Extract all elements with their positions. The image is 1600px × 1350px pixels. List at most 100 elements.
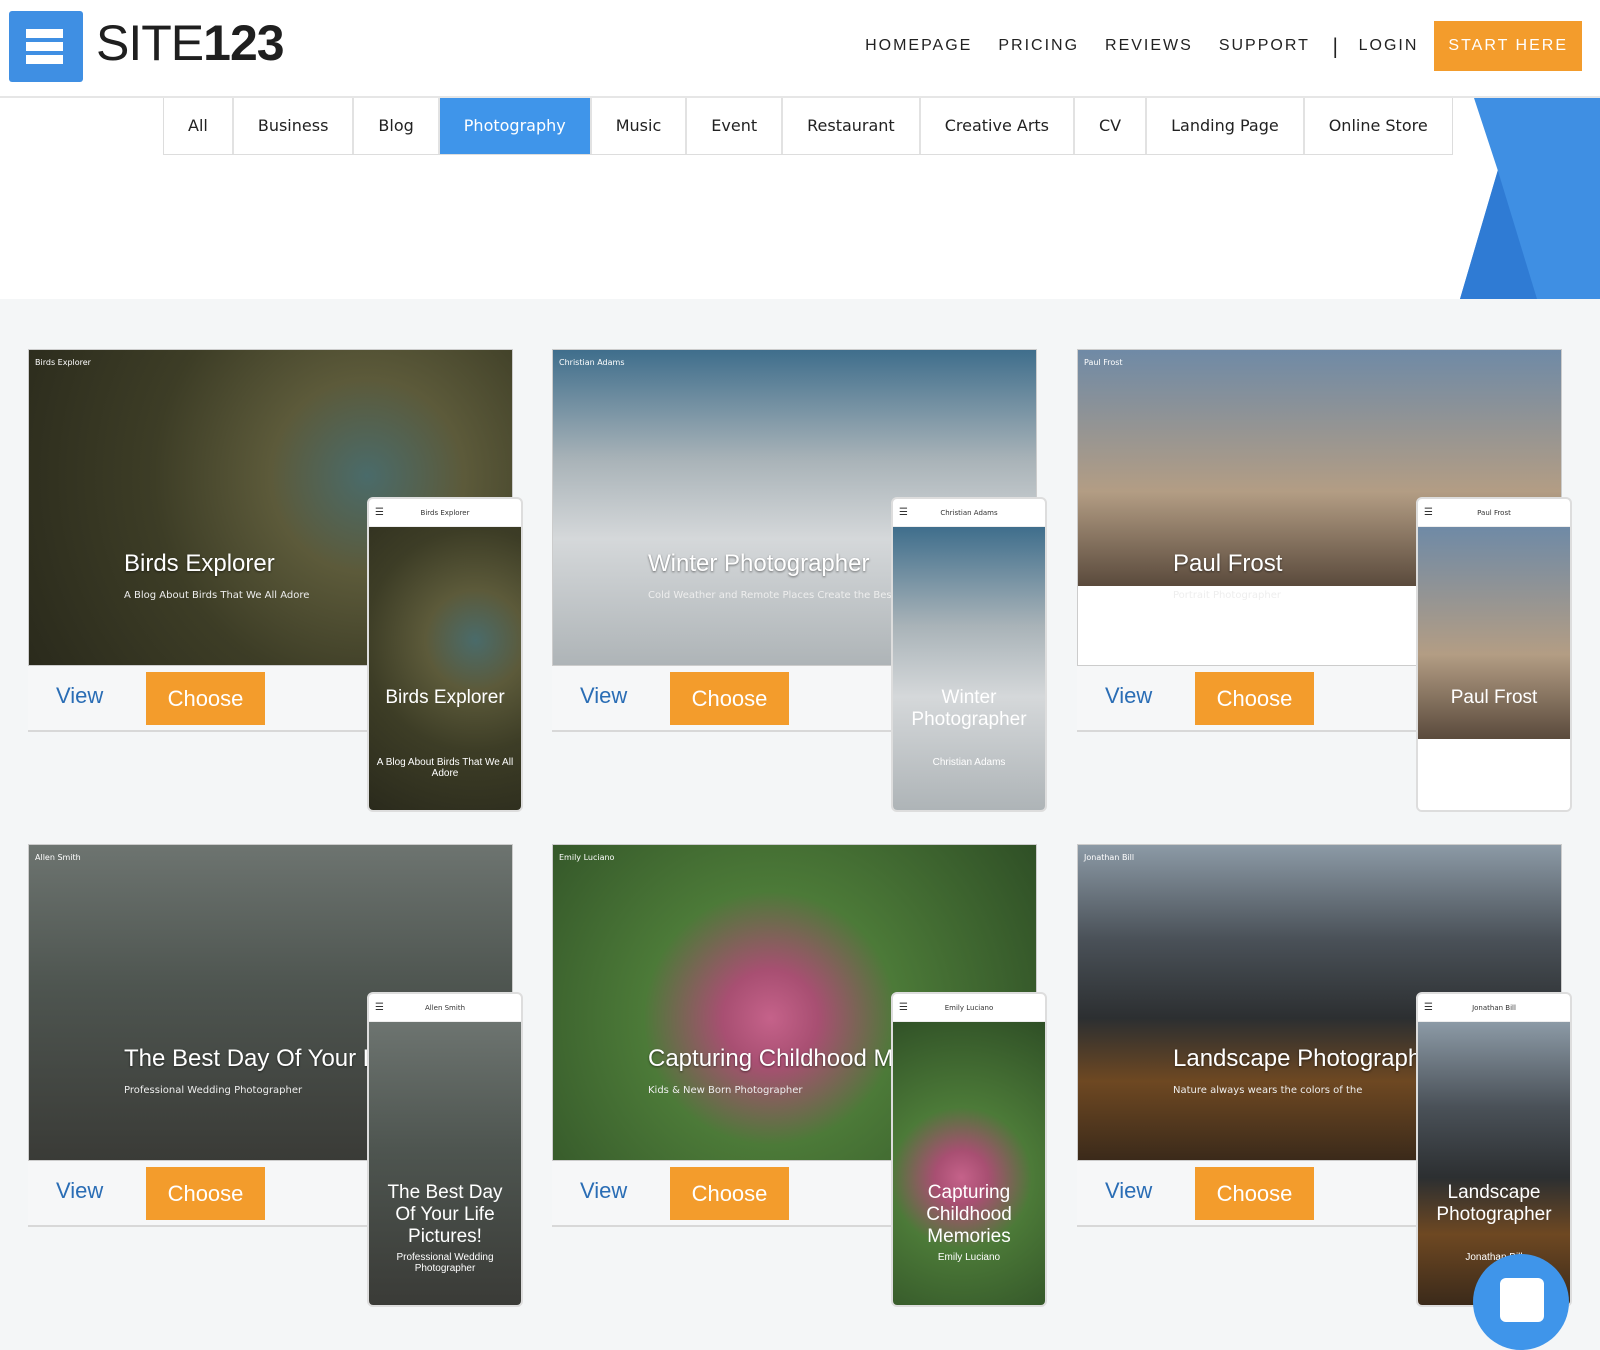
tab-all[interactable]: All (164, 98, 234, 154)
view-button[interactable]: View (1105, 683, 1152, 709)
tab-music[interactable]: Music (592, 98, 688, 154)
template-card: Paul Frost Paul Frost Portrait Photograp… (1077, 349, 1572, 812)
menu-icon: ☰ (899, 1002, 908, 1013)
preview-subtitle: Nature always wears the colors of the (1173, 1085, 1363, 1096)
template-card: Birds Explorer Birds Explorer A Blog Abo… (28, 349, 523, 812)
phone-subtitle: Christian Adams (932, 757, 1006, 768)
logo[interactable]: SITE123 (96, 14, 285, 72)
phone-header: ☰ Emily Luciano (893, 994, 1045, 1022)
preview-title: Paul Frost (1173, 550, 1283, 577)
template-card: Emily Luciano Capturing Childhood Memori… (552, 844, 1047, 1307)
start-here-button[interactable]: START HERE (1434, 21, 1582, 71)
template-preview-mobile[interactable]: ☰ Allen Smith The Best Day Of Your Life P… (367, 992, 523, 1307)
tab-photography[interactable]: Photography (439, 98, 592, 154)
menu-icon: ☰ (899, 507, 908, 518)
phone-site-name: Emily Luciano (944, 1004, 994, 1012)
phone-site-name: Allen Smith (424, 1004, 466, 1012)
logo-text-bold: 123 (203, 15, 284, 71)
tab-business[interactable]: Business (234, 98, 355, 154)
phone-subtitle: PORTFOLIO (1465, 757, 1523, 768)
preview-site-name: Christian Adams (559, 358, 625, 367)
preview-site-name: Jonathan Bill (1084, 853, 1135, 862)
tab-cv[interactable]: CV (1075, 98, 1148, 154)
preview-title: Landscape Photographer (1173, 1045, 1443, 1072)
preview-site-name: Emily Luciano (559, 853, 615, 862)
phone-site-name: Jonathan Bill (1472, 1004, 1516, 1012)
top-section: SITE123 HOMEPAGE PRICING REVIEWS SUPPORT… (0, 0, 1600, 299)
phone-site-name: Christian Adams (940, 509, 998, 517)
nav-login[interactable]: LOGIN (1359, 37, 1419, 55)
preview-subtitle: Portrait Photographer (1173, 590, 1282, 601)
phone-title: Landscape Photographer (1436, 1182, 1552, 1225)
main-nav: HOMEPAGE PRICING REVIEWS SUPPORT | LOGIN… (839, 21, 1582, 71)
choose-button[interactable]: Choose (146, 672, 265, 725)
preview-subtitle: A Blog About Birds That We All Adore (124, 590, 310, 601)
template-card: Christian Adams Winter Photographer Cold… (552, 349, 1047, 812)
logo-icon[interactable] (9, 11, 83, 82)
tab-landing-page[interactable]: Landing Page (1147, 98, 1305, 154)
preview-subtitle: Professional Wedding Photographer (124, 1085, 303, 1096)
tab-restaurant[interactable]: Restaurant (783, 98, 921, 154)
phone-title: Winter Photographer (911, 687, 1027, 730)
menu-icon: ☰ (1424, 1002, 1433, 1013)
tab-blog[interactable]: Blog (354, 98, 440, 154)
phone-subtitle: A Blog About Birds That We All Adore (376, 757, 514, 779)
phone-hero: The Best Day Of Your Life Pictures! Prof… (369, 1022, 521, 1305)
view-button[interactable]: View (580, 683, 627, 709)
phone-title: The Best Day Of Your Life Pictures! (387, 1182, 503, 1247)
header: SITE123 HOMEPAGE PRICING REVIEWS SUPPORT… (0, 0, 1600, 98)
nav-separator: | (1331, 34, 1339, 58)
preview-title: Birds Explorer (124, 550, 275, 577)
menu-icon: ☰ (375, 507, 384, 518)
category-tabs: All Business Blog Photography Music Event Rest… (163, 98, 1453, 155)
phone-title: Birds Explorer (385, 687, 505, 708)
view-button[interactable]: View (580, 1178, 627, 1204)
template-card: Jonathan Bill Landscape Photographer Nat… (1077, 844, 1572, 1307)
phone-hero: Winter Photographer Christian Adams (893, 527, 1045, 810)
phone-header: ☰ Paul Frost (1418, 499, 1570, 527)
choose-button[interactable]: Choose (1195, 1167, 1314, 1220)
template-card: Allen Smith The Best Day Of Your Life Pi… (28, 844, 523, 1307)
phone-subtitle: Emily Luciano (937, 1252, 1001, 1263)
template-preview-mobile[interactable]: ☰ Jonathan Bill Landscape Photographer Jo… (1416, 992, 1572, 1307)
choose-button[interactable]: Choose (1195, 672, 1314, 725)
preview-site-name: Paul Frost (1084, 358, 1123, 367)
choose-button[interactable]: Choose (146, 1167, 265, 1220)
phone-header: ☰ Birds Explorer (369, 499, 521, 527)
tab-online-store[interactable]: Online Store (1305, 98, 1452, 154)
preview-subtitle: Kids & New Born Photographer (648, 1085, 803, 1096)
phone-title: Paul Frost (1450, 687, 1538, 708)
view-button[interactable]: View (56, 1178, 103, 1204)
phone-header: ☰ Christian Adams (893, 499, 1045, 527)
choose-button[interactable]: Choose (670, 672, 789, 725)
phone-site-name: Birds Explorer (420, 509, 470, 517)
phone-subtitle: Professional Wedding Photographer (396, 1252, 494, 1274)
tab-event[interactable]: Event (687, 98, 784, 154)
tab-creative-arts[interactable]: Creative Arts (921, 98, 1075, 154)
preview-site-name: Birds Explorer (35, 358, 91, 367)
phone-header: ☰ Allen Smith (369, 994, 521, 1022)
phone-hero: Paul Frost PORTFOLIO (1418, 527, 1570, 810)
nav-support[interactable]: SUPPORT (1219, 37, 1310, 55)
template-preview-mobile[interactable]: ☰ Birds Explorer Birds Explorer A Blog Ab… (367, 497, 523, 812)
template-preview-mobile[interactable]: ☰ Christian Adams Winter Photographer Chr… (891, 497, 1047, 812)
template-preview-mobile[interactable]: ☰ Paul Frost Paul Frost PORTFOLIO (1416, 497, 1572, 812)
choose-button[interactable]: Choose (670, 1167, 789, 1220)
chat-icon (1500, 1278, 1544, 1322)
preview-site-name: Allen Smith (35, 853, 81, 862)
phone-site-name: Paul Frost (1477, 509, 1511, 517)
phone-header: ☰ Jonathan Bill (1418, 994, 1570, 1022)
phone-hero: Capturing Childhood Memories Emily Lucia… (893, 1022, 1045, 1305)
nav-reviews[interactable]: REVIEWS (1105, 37, 1193, 55)
view-button[interactable]: View (1105, 1178, 1152, 1204)
chat-button[interactable] (1473, 1254, 1569, 1350)
nav-pricing[interactable]: PRICING (998, 37, 1079, 55)
view-button[interactable]: View (56, 683, 103, 709)
logo-text-light: SITE (96, 15, 204, 71)
phone-title: Capturing Childhood Memories (926, 1182, 1012, 1247)
menu-icon: ☰ (1424, 507, 1433, 518)
menu-icon: ☰ (375, 1002, 384, 1013)
template-preview-mobile[interactable]: ☰ Emily Luciano Capturing Childhood Memor… (891, 992, 1047, 1307)
phone-hero: Birds Explorer A Blog About Birds That W… (369, 527, 521, 810)
nav-homepage[interactable]: HOMEPAGE (865, 37, 972, 55)
